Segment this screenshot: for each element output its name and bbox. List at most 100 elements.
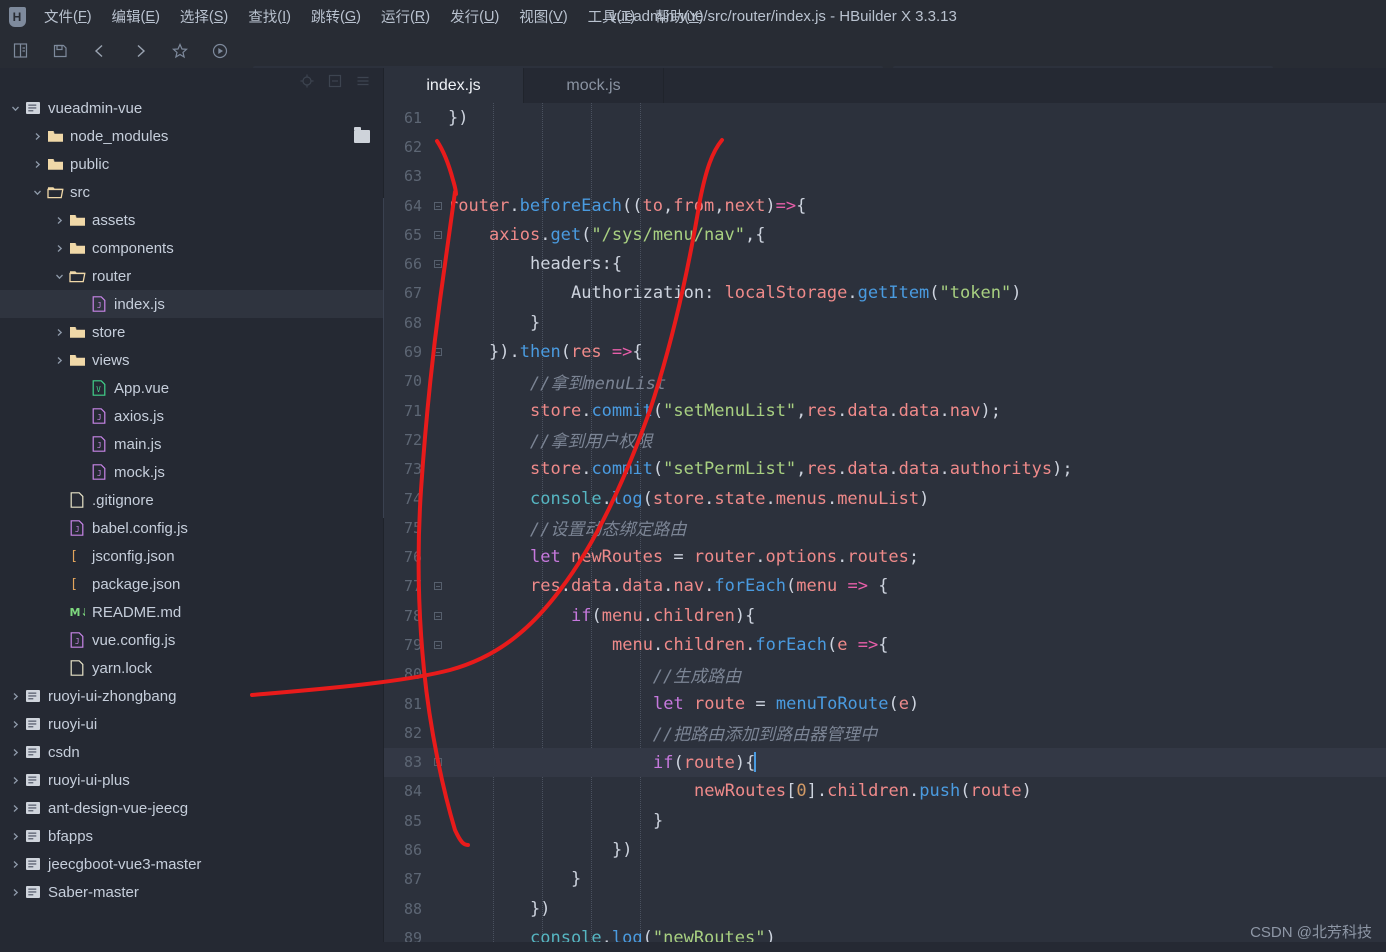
code-line[interactable]: 77 res.data.data.nav.forEach(menu => { bbox=[384, 572, 1386, 601]
menu-goto[interactable]: 跳转(G) bbox=[301, 0, 371, 33]
collapse-all-icon[interactable] bbox=[328, 74, 342, 88]
code-line[interactable]: 83 if(route){ bbox=[384, 747, 1386, 777]
tree-item[interactable]: Saber-master bbox=[0, 878, 384, 906]
toggle-sidebar-icon[interactable] bbox=[0, 33, 40, 68]
chevron-right-icon[interactable] bbox=[8, 804, 22, 813]
tree-item[interactable]: bfapps bbox=[0, 822, 384, 850]
forward-icon[interactable] bbox=[120, 33, 160, 68]
code-line[interactable]: 88 }) bbox=[384, 894, 1386, 923]
file-tree[interactable]: vueadmin-vue node_modules public src assets c… bbox=[0, 94, 384, 906]
code-line[interactable]: 70 //拿到menuList bbox=[384, 367, 1386, 396]
code-line[interactable]: 73 store.commit("setPermList",res.data.d… bbox=[384, 455, 1386, 484]
menu-find[interactable]: 查找(I) bbox=[238, 0, 301, 33]
tree-item[interactable]: ruoyi-ui-zhongbang bbox=[0, 682, 384, 710]
menu-help[interactable]: 帮助(Y) bbox=[645, 0, 713, 33]
tree-item[interactable]: .gitignore bbox=[0, 486, 384, 514]
save-icon[interactable] bbox=[40, 33, 80, 68]
fold-toggle-icon[interactable] bbox=[430, 758, 446, 767]
tree-item[interactable]: assets bbox=[0, 206, 384, 234]
fold-toggle-icon[interactable] bbox=[430, 260, 446, 269]
code-line[interactable]: 64 router.beforeEach((to,from,next)=>{ bbox=[384, 191, 1386, 220]
fold-toggle-icon[interactable] bbox=[430, 640, 446, 649]
menu-run[interactable]: 运行(R) bbox=[371, 0, 440, 33]
chevron-right-icon[interactable] bbox=[30, 132, 44, 141]
tree-item[interactable]: Jaxios.js bbox=[0, 402, 384, 430]
chevron-right-icon[interactable] bbox=[8, 720, 22, 729]
code-lines[interactable]: 61}) 62 63 64 router.beforeEach((to,from,nex… bbox=[384, 103, 1386, 952]
code-line[interactable]: 82 //把路由添加到路由器管理中 bbox=[384, 718, 1386, 747]
chevron-down-icon[interactable] bbox=[52, 272, 66, 281]
tree-item[interactable]: Jindex.js bbox=[0, 290, 384, 318]
tree-item[interactable]: node_modules bbox=[0, 122, 384, 150]
back-icon[interactable] bbox=[80, 33, 120, 68]
code-line[interactable]: 63 bbox=[384, 162, 1386, 191]
tab-index-js[interactable]: index.js bbox=[384, 68, 524, 103]
tree-item[interactable]: ant-design-vue-jeecg bbox=[0, 794, 384, 822]
tree-item[interactable]: M↓ README.md bbox=[0, 598, 384, 626]
code-editor[interactable]: 61}) 62 63 64 router.beforeEach((to,from,nex… bbox=[384, 103, 1386, 952]
chevron-right-icon[interactable] bbox=[8, 748, 22, 757]
code-line[interactable]: 81 let route = menuToRoute(e) bbox=[384, 689, 1386, 718]
tree-item[interactable]: Jbabel.config.js bbox=[0, 514, 384, 542]
tree-item[interactable]: [ ] package.json bbox=[0, 570, 384, 598]
chevron-right-icon[interactable] bbox=[52, 244, 66, 253]
menu-select[interactable]: 选择(S) bbox=[170, 0, 238, 33]
code-line[interactable]: 86 }) bbox=[384, 835, 1386, 864]
chevron-right-icon[interactable] bbox=[52, 216, 66, 225]
menu-tools[interactable]: 工具(T) bbox=[578, 0, 646, 33]
chevron-down-icon[interactable] bbox=[8, 104, 22, 113]
chevron-right-icon[interactable] bbox=[52, 356, 66, 365]
tree-item[interactable]: yarn.lock bbox=[0, 654, 384, 682]
code-line[interactable]: 71 store.commit("setMenuList",res.data.d… bbox=[384, 396, 1386, 425]
chevron-right-icon[interactable] bbox=[8, 692, 22, 701]
chevron-right-icon[interactable] bbox=[8, 860, 22, 869]
tree-item[interactable]: Jvue.config.js bbox=[0, 626, 384, 654]
code-line[interactable]: 66 headers:{ bbox=[384, 249, 1386, 278]
run-icon[interactable] bbox=[200, 33, 240, 68]
chevron-right-icon[interactable] bbox=[8, 776, 22, 785]
tree-item[interactable]: public bbox=[0, 150, 384, 178]
chevron-right-icon[interactable] bbox=[8, 832, 22, 841]
code-line[interactable]: 76 let newRoutes = router.options.routes… bbox=[384, 542, 1386, 571]
list-menu-icon[interactable] bbox=[356, 74, 370, 88]
tree-item[interactable]: views bbox=[0, 346, 384, 374]
code-line[interactable]: 68 } bbox=[384, 308, 1386, 337]
fold-toggle-icon[interactable] bbox=[430, 348, 446, 357]
tree-item[interactable]: [ ] jsconfig.json bbox=[0, 542, 384, 570]
menu-view[interactable]: 视图(V) bbox=[509, 0, 577, 33]
menu-edit[interactable]: 编辑(E) bbox=[102, 0, 170, 33]
code-line[interactable]: 62 bbox=[384, 132, 1386, 161]
chevron-right-icon[interactable] bbox=[52, 328, 66, 337]
tree-item[interactable]: jeecgboot-vue3-master bbox=[0, 850, 384, 878]
code-line[interactable]: 85 } bbox=[384, 806, 1386, 835]
code-line[interactable]: 75 //设置动态绑定路由 bbox=[384, 513, 1386, 542]
fold-toggle-icon[interactable] bbox=[430, 582, 446, 591]
code-line[interactable]: 69 }).then(res =>{ bbox=[384, 337, 1386, 366]
code-line[interactable]: 61}) bbox=[384, 103, 1386, 132]
fold-toggle-icon[interactable] bbox=[430, 230, 446, 239]
tree-item[interactable]: store bbox=[0, 318, 384, 346]
tree-item[interactable]: router bbox=[0, 262, 384, 290]
tree-item[interactable]: V App.vue bbox=[0, 374, 384, 402]
code-line[interactable]: 79 menu.children.forEach(e =>{ bbox=[384, 630, 1386, 659]
tree-item[interactable]: vueadmin-vue bbox=[0, 94, 384, 122]
tree-item[interactable]: Jmock.js bbox=[0, 458, 384, 486]
fold-toggle-icon[interactable] bbox=[430, 611, 446, 620]
code-line[interactable]: 72 //拿到用户权限 bbox=[384, 425, 1386, 454]
tree-item[interactable]: ruoyi-ui-plus bbox=[0, 766, 384, 794]
favorite-star-icon[interactable] bbox=[160, 33, 200, 68]
chevron-right-icon[interactable] bbox=[30, 160, 44, 169]
tree-item[interactable]: csdn bbox=[0, 738, 384, 766]
code-line[interactable]: 80 //生成路由 bbox=[384, 660, 1386, 689]
fold-toggle-icon[interactable] bbox=[430, 201, 446, 210]
menu-file[interactable]: 文件(F) bbox=[34, 0, 102, 33]
code-line[interactable]: 84 newRoutes[0].children.push(route) bbox=[384, 777, 1386, 806]
code-line[interactable]: 78 if(menu.children){ bbox=[384, 601, 1386, 630]
tree-item[interactable]: src bbox=[0, 178, 384, 206]
tree-item[interactable]: components bbox=[0, 234, 384, 262]
tree-item[interactable]: Jmain.js bbox=[0, 430, 384, 458]
code-line[interactable]: 74 console.log(store.state.menus.menuLis… bbox=[384, 484, 1386, 513]
locate-file-icon[interactable] bbox=[300, 74, 314, 88]
editor-tab-bar[interactable]: index.js mock.js bbox=[384, 68, 1386, 103]
tree-item[interactable]: ruoyi-ui bbox=[0, 710, 384, 738]
